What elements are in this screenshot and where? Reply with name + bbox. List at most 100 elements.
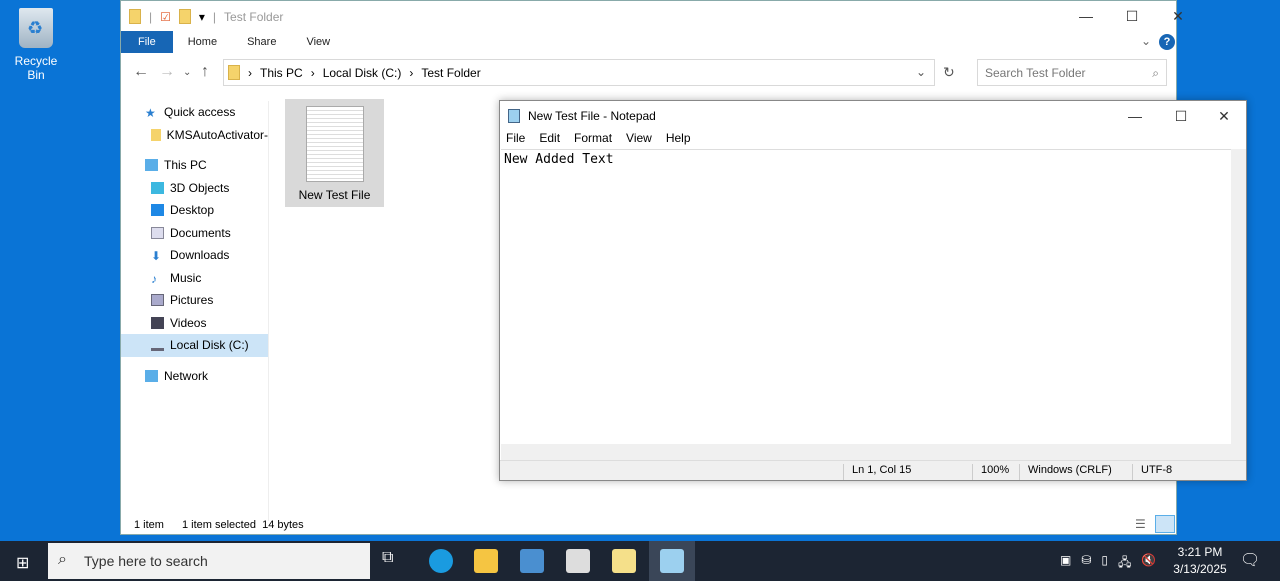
back-button[interactable]: ← [133, 63, 149, 81]
tab-home[interactable]: Home [173, 31, 232, 53]
new-folder-icon[interactable] [178, 9, 191, 24]
clock[interactable]: 3:21 PM 3/13/2025 [1170, 545, 1230, 576]
nav-pictures[interactable]: Pictures [121, 289, 268, 312]
nav-documents[interactable]: Documents [121, 222, 268, 245]
address-dropdown-icon[interactable]: ⌄ [916, 65, 926, 79]
nav-downloads[interactable]: ⬇ Downloads [121, 244, 268, 267]
close-button[interactable]: ✕ [1155, 1, 1201, 31]
tab-file[interactable]: File [121, 31, 173, 53]
notepad-taskbar-button[interactable] [649, 541, 695, 581]
notepad-icon [660, 549, 684, 573]
menu-view[interactable]: View [626, 131, 652, 145]
item-count: 1 item [134, 519, 164, 531]
nav-label: Network [164, 368, 209, 383]
folder-icon [151, 128, 161, 141]
taskbar-search[interactable]: ⌕ Type here to search [48, 543, 370, 579]
nav-3d-objects[interactable]: 3D Objects [121, 177, 268, 200]
notepad-close-button[interactable]: ✕ [1201, 101, 1247, 129]
notifications-icon[interactable]: 🗨 [1240, 550, 1260, 570]
properties-icon[interactable]: ☑ [160, 10, 171, 24]
nav-kmsauto[interactable]: KMSAutoActivator- [121, 124, 268, 147]
server-manager-icon[interactable] [520, 549, 544, 573]
selected-count: 1 item selected [181, 519, 256, 531]
breadcrumb-local-disk[interactable]: Local Disk (C:) [323, 66, 402, 80]
notepad-maximize-button[interactable]: ☐ [1158, 101, 1204, 129]
edge-icon[interactable] [429, 549, 453, 573]
videos-icon [151, 316, 164, 329]
line-ending: Windows (CRLF) [1019, 464, 1112, 480]
menu-help[interactable]: Help [666, 131, 691, 145]
nav-label: This PC [164, 158, 207, 173]
music-icon: ♪ [151, 271, 157, 286]
up-button[interactable]: ↑ [201, 63, 209, 81]
selected-size: 14 bytes [262, 519, 304, 531]
tab-share[interactable]: Share [232, 31, 291, 53]
minimize-button[interactable]: — [1063, 1, 1109, 31]
file-explorer-icon[interactable] [474, 549, 498, 573]
file-name: New Test File [298, 188, 371, 202]
nav-local-disk[interactable]: Local Disk (C:) [121, 334, 268, 357]
nav-label: 3D Objects [170, 180, 230, 195]
menu-file[interactable]: File [506, 131, 525, 145]
recycle-bin[interactable]: Recycle Bin [5, 8, 67, 82]
nav-label: Local Disk (C:) [170, 338, 249, 353]
nav-network[interactable]: Network [121, 365, 268, 388]
search-placeholder: Type here to search [84, 553, 208, 569]
nav-quick-access[interactable]: ★ Quick access [121, 101, 268, 124]
nav-label: Music [170, 270, 202, 285]
customize-icon[interactable]: ▾ [199, 10, 205, 24]
breadcrumb-test-folder[interactable]: Test Folder [421, 66, 480, 80]
nav-this-pc[interactable]: This PC [121, 154, 268, 177]
menu-edit[interactable]: Edit [539, 131, 560, 145]
nav-label: Desktop [170, 203, 215, 218]
desktop-icon [151, 204, 164, 217]
nav-label: Pictures [170, 293, 214, 308]
details-view-icon[interactable]: ☰ [1135, 517, 1146, 531]
expand-ribbon-icon[interactable]: ⌄ [1141, 34, 1151, 48]
nav-label: Videos [170, 315, 207, 330]
vmware-icon[interactable]: ▣ [1060, 553, 1071, 574]
large-icons-view-icon[interactable] [1155, 515, 1175, 533]
breadcrumb-this-pc[interactable]: This PC [260, 66, 303, 80]
time: 3:21 PM [1177, 545, 1223, 559]
notes-icon[interactable] [612, 549, 636, 573]
app-icon[interactable] [566, 549, 590, 573]
volume-muted-icon[interactable]: 🔇 [1141, 553, 1156, 574]
computer-icon [145, 159, 158, 172]
usb-icon[interactable]: ▯ [1101, 553, 1108, 574]
network-icon [145, 369, 158, 382]
task-view-icon[interactable]: ⧉ [382, 549, 406, 573]
documents-icon [151, 226, 164, 239]
taskbar: ⊞ ⌕ Type here to search ⧉ ▣ ⛁ ▯ 🖧 🔇 3:21 PM 3/… [0, 541, 1280, 581]
cube-icon [151, 181, 164, 194]
network-adapter-icon[interactable]: ⛁ [1081, 553, 1091, 574]
maximize-button[interactable]: ☐ [1109, 1, 1155, 31]
star-icon: ★ [145, 106, 156, 121]
recycle-bin-icon [19, 8, 53, 48]
tab-view[interactable]: View [291, 31, 345, 53]
recycle-bin-label: Recycle Bin [14, 54, 58, 82]
notepad-title: New Test File - Notepad [528, 109, 656, 123]
file-item[interactable]: New Test File [285, 99, 384, 207]
network-icon[interactable]: 🖧 [1118, 553, 1131, 574]
horizontal-scrollbar[interactable] [501, 444, 1246, 460]
recent-locations-icon[interactable]: ⌄ [183, 67, 191, 78]
quick-access-toolbar: | ☑ ▾ | Test Folder [129, 9, 283, 24]
help-icon[interactable]: ? [1159, 34, 1175, 50]
vertical-scrollbar[interactable] [1231, 149, 1246, 444]
nav-videos[interactable]: Videos [121, 312, 268, 335]
start-button[interactable]: ⊞ [16, 553, 29, 573]
nav-desktop[interactable]: Desktop [121, 199, 268, 222]
forward-button[interactable]: → [159, 63, 175, 81]
search-input[interactable]: Search Test Folder ⌕ [977, 59, 1167, 86]
text-editor[interactable]: New Added Text [501, 149, 1231, 444]
address-bar[interactable]: › This PC › Local Disk (C:) › Test Folder [223, 59, 935, 86]
status-bar: 1 item 1 item selected 14 bytes [134, 519, 304, 531]
zoom-level: 100% [972, 464, 1009, 480]
nav-label: Downloads [170, 248, 230, 263]
drive-icon [151, 339, 164, 352]
nav-music[interactable]: ♪ Music [121, 267, 268, 290]
notepad-minimize-button[interactable]: — [1112, 101, 1158, 129]
menu-format[interactable]: Format [574, 131, 612, 145]
refresh-button[interactable]: ↻ [943, 64, 955, 81]
